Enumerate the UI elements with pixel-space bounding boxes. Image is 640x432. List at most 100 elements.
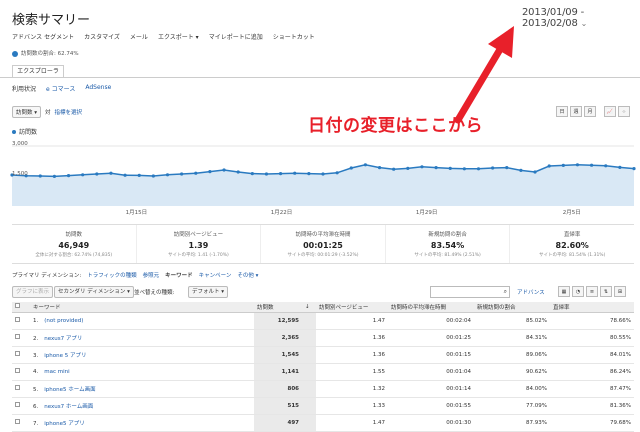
- data-point[interactable]: [66, 174, 71, 178]
- data-point[interactable]: [81, 173, 85, 177]
- keyword-link[interactable]: nexus7 アプリ: [44, 336, 82, 342]
- line-chart-icon[interactable]: 📈: [604, 106, 616, 117]
- data-point[interactable]: [278, 172, 283, 176]
- dimension-traffic-type[interactable]: トラフィックの種類: [87, 271, 136, 279]
- keyword-link[interactable]: iphone5 ホーム画面: [44, 387, 95, 393]
- data-point[interactable]: [222, 168, 226, 172]
- data-point[interactable]: [519, 168, 523, 172]
- row-checkbox[interactable]: [12, 363, 30, 381]
- dimension-source[interactable]: 参照元: [143, 271, 160, 279]
- data-point[interactable]: [420, 165, 424, 169]
- sort-arrow-icon[interactable]: ↓: [302, 302, 316, 313]
- view-day-button[interactable]: 日: [556, 106, 568, 117]
- checkbox-icon[interactable]: [15, 351, 20, 356]
- keyword-link[interactable]: iphone5 アプリ: [44, 421, 85, 427]
- pie-view-icon[interactable]: ◔: [572, 286, 584, 297]
- toolbar-shortcut[interactable]: ショートカット: [273, 32, 315, 41]
- date-range-picker[interactable]: 2013/01/09 - 2013/02/08 ⌄: [522, 7, 640, 29]
- checkbox-icon[interactable]: [15, 402, 20, 407]
- data-point[interactable]: [264, 172, 269, 176]
- plot-rows-button[interactable]: グラフに表示: [12, 286, 54, 298]
- data-point[interactable]: [236, 170, 240, 174]
- row-checkbox[interactable]: [12, 380, 30, 398]
- data-point[interactable]: [38, 174, 42, 178]
- row-keyword[interactable]: 2. nexus7 アプリ: [30, 329, 254, 347]
- data-point[interactable]: [363, 163, 368, 167]
- checkbox-icon[interactable]: [15, 303, 20, 309]
- data-point[interactable]: [349, 166, 353, 170]
- advanced-filter-link[interactable]: アドバンス: [517, 288, 545, 296]
- row-keyword[interactable]: 3. iphone 5 アプリ: [30, 346, 254, 364]
- toolbar-add-report[interactable]: マイレポートに追加: [209, 32, 263, 41]
- header-pageviews[interactable]: 訪問別ページビュー: [316, 302, 388, 313]
- data-point[interactable]: [589, 163, 594, 167]
- data-point[interactable]: [123, 173, 127, 177]
- header-new-visits[interactable]: 新規訪問の割合: [474, 302, 550, 313]
- sort-type-select[interactable]: デフォルト ▾: [188, 286, 229, 298]
- dimension-other[interactable]: その他 ▾: [237, 271, 258, 279]
- data-point[interactable]: [575, 163, 580, 167]
- dimension-keyword[interactable]: キーワード: [165, 271, 193, 279]
- table-search-input[interactable]: ⌕: [430, 286, 510, 298]
- row-checkbox[interactable]: [12, 346, 30, 364]
- subtab-usage[interactable]: 利用状況: [12, 84, 36, 93]
- header-keyword[interactable]: キーワード: [30, 302, 254, 313]
- data-point[interactable]: [250, 172, 254, 176]
- data-point[interactable]: [137, 173, 141, 177]
- row-keyword[interactable]: 1. (not provided): [30, 312, 254, 330]
- row-checkbox[interactable]: [12, 329, 30, 347]
- metric-compare-link[interactable]: 指標を選択: [55, 108, 83, 116]
- compare-view-icon[interactable]: ⇅: [600, 286, 612, 297]
- data-point[interactable]: [618, 165, 622, 169]
- data-point[interactable]: [109, 171, 113, 175]
- pivot-view-icon[interactable]: ⊞: [614, 286, 626, 297]
- metric-select[interactable]: 訪問数 ▾: [12, 106, 42, 118]
- keyword-link[interactable]: iphone 5 アプリ: [44, 353, 86, 359]
- keyword-link[interactable]: (not provided): [44, 318, 83, 324]
- row-keyword[interactable]: 5. iphone5 ホーム画面: [30, 380, 254, 398]
- checkbox-icon[interactable]: [15, 385, 20, 390]
- checkbox-icon[interactable]: [15, 368, 20, 373]
- data-point[interactable]: [533, 170, 537, 174]
- table-view-icon[interactable]: ▦: [558, 286, 570, 297]
- header-duration[interactable]: 訪問時の平均滞在時間: [388, 302, 474, 313]
- data-point[interactable]: [335, 171, 339, 175]
- header-visits[interactable]: 訪問数: [254, 302, 302, 313]
- row-checkbox[interactable]: [12, 312, 30, 330]
- search-icon[interactable]: ⌕: [504, 288, 507, 296]
- secondary-dimension-select[interactable]: セカンダリ ディメンション ▾: [54, 286, 134, 298]
- data-point[interactable]: [180, 172, 184, 176]
- toolbar-email[interactable]: メール: [130, 32, 148, 41]
- toolbar-customize[interactable]: カスタマイズ: [84, 32, 120, 41]
- data-point[interactable]: [52, 174, 57, 178]
- data-point[interactable]: [604, 164, 608, 168]
- header-bounce-rate[interactable]: 直帰率: [550, 302, 634, 313]
- toolbar-advanced-segment[interactable]: アドバンス セグメント: [12, 32, 74, 41]
- data-point[interactable]: [476, 167, 481, 171]
- data-point[interactable]: [208, 170, 212, 174]
- motion-chart-icon[interactable]: ⁘: [618, 106, 630, 117]
- data-point[interactable]: [392, 167, 396, 171]
- bar-view-icon[interactable]: ≡: [586, 286, 598, 297]
- toolbar-export[interactable]: エクスポート ▾: [158, 32, 199, 41]
- dimension-campaign[interactable]: キャンペーン: [199, 271, 232, 279]
- view-week-button[interactable]: 週: [570, 106, 582, 117]
- row-keyword[interactable]: 7. iphone5 アプリ: [30, 414, 254, 432]
- data-point[interactable]: [434, 166, 438, 170]
- data-point[interactable]: [293, 171, 297, 175]
- row-checkbox[interactable]: [12, 414, 30, 432]
- checkbox-icon[interactable]: [15, 317, 20, 322]
- data-point[interactable]: [406, 166, 410, 170]
- checkbox-icon[interactable]: [15, 419, 20, 424]
- subtab-adsense[interactable]: AdSense: [85, 84, 111, 93]
- data-point[interactable]: [307, 172, 311, 176]
- data-point[interactable]: [505, 166, 509, 170]
- data-point[interactable]: [377, 166, 382, 170]
- data-point[interactable]: [561, 163, 565, 167]
- data-point[interactable]: [194, 171, 198, 175]
- data-point[interactable]: [462, 167, 466, 171]
- data-point[interactable]: [491, 166, 495, 170]
- data-point[interactable]: [632, 167, 636, 171]
- row-keyword[interactable]: 6. nexus7 ホーム画面: [30, 397, 254, 415]
- data-point[interactable]: [165, 173, 170, 177]
